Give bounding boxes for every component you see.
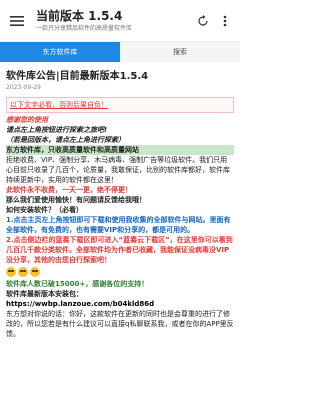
tab-bar: 东方软件库 搜索: [0, 42, 240, 62]
tab-software-library[interactable]: 东方软件库: [0, 42, 120, 62]
sunglasses-emoji-icon: [6, 267, 16, 277]
step-1: 1.点击主页左上角按钮即可下载和使用我收集的全部软件与网站。里面有全部软件，有免…: [6, 216, 231, 234]
app-bar-titles: 当前版本 1.5.4 一款只分享精品软件的高质量软件库: [36, 9, 190, 33]
intro-text: 东方软件库，只收高质量软件和高质量网站: [6, 145, 234, 155]
download-link[interactable]: https://wwbp.lanzoue.com/b04kld86d: [6, 299, 234, 309]
app-bar-title: 当前版本 1.5.4: [36, 8, 123, 23]
app-root: 当前版本 1.5.4 一款只分享精品软件的高质量软件库 东方软件库 搜索 软件库…: [0, 0, 240, 400]
explore-note: （若是回版本，请点左上角进行探索）: [6, 136, 125, 144]
app-bar-subtitle: 一款只分享精品软件的高质量软件库: [36, 24, 133, 32]
refresh-icon[interactable]: [194, 12, 212, 30]
hamburger-menu-icon[interactable]: [6, 10, 28, 32]
explore-text: 请点左上角按钮进行探索之旅吧!: [6, 126, 108, 134]
announcement-content: 软件库公告|目前最新版本1.5.4 2023-09-29 以下文字必看，否则后果…: [0, 62, 240, 339]
sunglasses-emoji-icon: [30, 267, 40, 277]
thanks-text: 感谢您的使用: [6, 116, 48, 124]
post-title: 软件库公告|目前最新版本1.5.4: [6, 71, 149, 82]
warning-text: 以下文字必看，否则后果自负！: [10, 101, 108, 109]
post-date: 2023-09-29: [6, 84, 41, 91]
step-2: 2.点击侧边栏的蓝奏下载区即可进入“蓝奏云下载区”，在这里你可以看到几百几千款分…: [6, 236, 233, 264]
more-vert-icon[interactable]: [216, 12, 234, 30]
howto-title: 如何安装软件？（必看）: [6, 206, 83, 214]
users-count-text: 软件库人数已破15000+，感谢各位的支持！: [6, 280, 149, 288]
feedback-text: 那么我们爱使用愉快！有问题请反馈给我哦！: [6, 196, 146, 204]
emoji-row: [6, 267, 234, 277]
author-note: 东方想对你说的话：你好，这款软件在更新的同时也是会尊重的进行了修改的，所以您若是…: [6, 310, 234, 338]
warning-notice: 以下文字必看，否则后果自负！: [6, 97, 234, 113]
sunglasses-emoji-icon: [18, 267, 28, 277]
top-app-bar: 当前版本 1.5.4 一款只分享精品软件的高质量软件库: [0, 0, 240, 42]
refuse-paragraph: 拒绝收费、VIP、强制分享、木马病毒、强制广告等垃圾软件。我们只用心目前只收录了…: [6, 156, 230, 184]
latest-version-label: 软件库最新版本安装包：: [6, 290, 83, 298]
tab-search[interactable]: 搜索: [120, 42, 240, 62]
free-forever-text: 此软件永不收费，一天一更，绝不停更！: [6, 186, 132, 194]
